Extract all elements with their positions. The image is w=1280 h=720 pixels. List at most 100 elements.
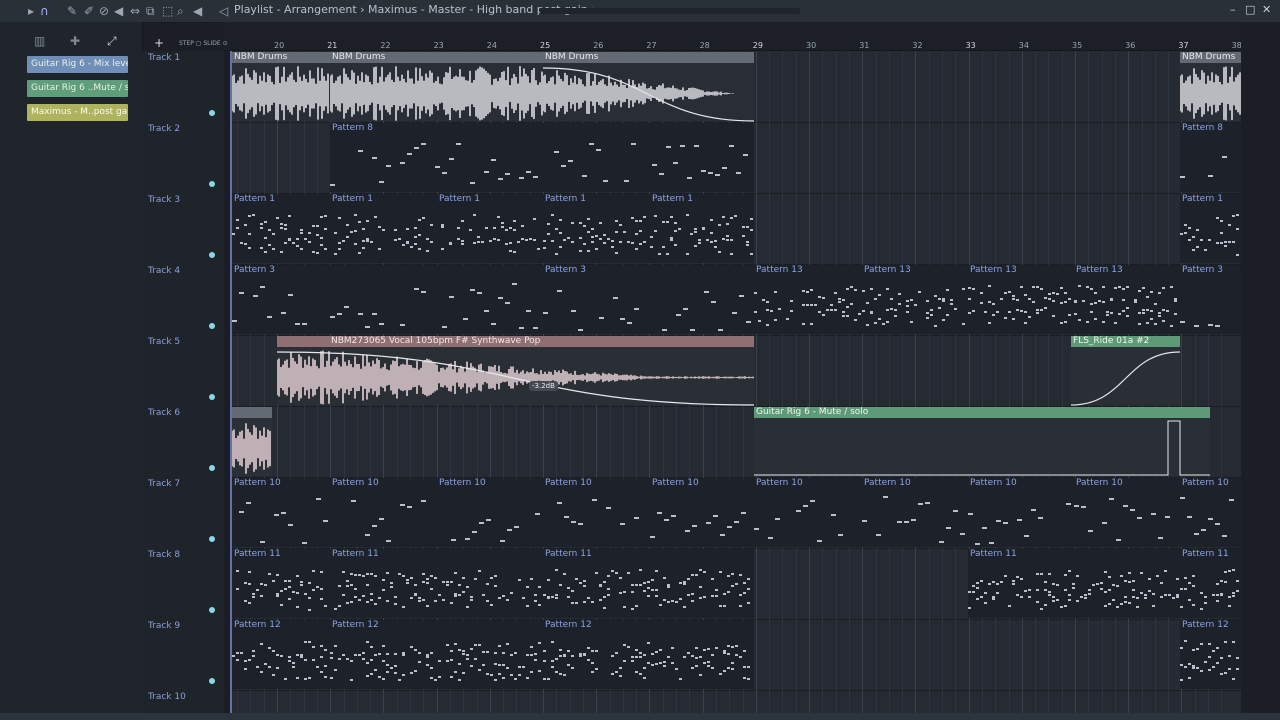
pattern-clip[interactable]: Pattern 12 [330, 620, 543, 689]
zoom-icon[interactable]: ⌕ [177, 3, 184, 19]
pattern-clip[interactable]: Pattern 10 [330, 478, 437, 547]
pattern-clip[interactable]: Pattern 3 [232, 265, 543, 334]
grid-line [795, 51, 797, 122]
pattern-clip[interactable]: Pattern 10 [650, 478, 754, 547]
plugin-icon[interactable]: ✚ [70, 34, 80, 48]
automation-clip[interactable]: Guitar Rig 6 - Mute / solo [754, 407, 1210, 476]
audio-clip[interactable]: FLS_Ride 01a #2 [1071, 336, 1180, 406]
slice-icon[interactable]: ⧉ [146, 3, 155, 19]
clip-source-guitar-rig-mute[interactable]: Guitar Rig 6 ..Mute / solo [27, 80, 128, 97]
playhead[interactable] [230, 51, 232, 713]
pattern-clip[interactable]: Pattern 11 [543, 549, 754, 618]
audio-clip[interactable]: NBM Drums [543, 52, 754, 122]
timeline-ruler[interactable]: + STEP ▢ SLIDE ⊙ 20 21 22 23 24 25 26 27 28 29 30 3… [154, 22, 1280, 51]
pattern-clip[interactable]: Pattern 13 [754, 265, 862, 334]
clip-source-maximus[interactable]: Maximus - M..post gain [27, 104, 128, 121]
pattern-clip[interactable]: Pattern 1 [1180, 194, 1241, 263]
audio-clip[interactable]: NBM273065 Vocal 105bpm F# Synthwave Pop -… [277, 336, 754, 406]
brush-icon[interactable]: ✐ [84, 3, 94, 19]
clip-source-guitar-rig-mix[interactable]: Guitar Rig 6 - Mix level [27, 56, 128, 73]
track-mute-dot[interactable] [209, 536, 215, 542]
pattern-clip[interactable]: Pattern 10 [862, 478, 968, 547]
pattern-clip[interactable]: Pattern 12 [1180, 620, 1241, 689]
pattern-clip[interactable]: Pattern 10 [1074, 478, 1180, 547]
track-header[interactable]: Track 8 [142, 548, 224, 620]
maximize-button[interactable]: □ [1245, 3, 1255, 16]
track-mute-dot[interactable] [209, 323, 215, 329]
track-header[interactable]: Track 2 [142, 122, 224, 194]
select-icon[interactable]: ⬚ [162, 3, 173, 19]
track-header[interactable]: Track 1 [142, 51, 224, 123]
pattern-clip[interactable]: Pattern 3 [543, 265, 754, 334]
automation-icon[interactable]: ⤢ [107, 34, 117, 49]
track-header[interactable]: Track 7 [142, 477, 224, 549]
pattern-clip[interactable]: Pattern 11 [968, 549, 1180, 618]
pattern-clip[interactable]: Pattern 13 [1074, 265, 1180, 334]
track-header[interactable]: Track 10 [142, 690, 224, 714]
pattern-clip[interactable]: Pattern 12 [543, 620, 754, 689]
pattern-clip[interactable]: Pattern 11 [1180, 549, 1241, 618]
track-lane[interactable] [230, 690, 1241, 714]
pattern-clip[interactable]: Pattern 1 [330, 194, 437, 263]
bar-number: 37 [1178, 41, 1189, 50]
track-mute-dot[interactable] [209, 678, 215, 684]
pattern-clip[interactable]: Pattern 1 [232, 194, 330, 263]
add-icon[interactable]: + [154, 36, 164, 50]
pattern-clip[interactable]: Pattern 1 [543, 194, 650, 263]
pattern-clip[interactable]: Pattern 11 [330, 549, 543, 618]
pattern-clip[interactable]: Pattern 3 [1180, 265, 1241, 334]
horizontal-scrollbar[interactable] [0, 713, 1280, 720]
pattern-clip[interactable]: Pattern 8 [1180, 123, 1241, 192]
pattern-notes [650, 214, 753, 255]
pattern-clip[interactable]: Pattern 13 [968, 265, 1074, 334]
grid-line [582, 406, 584, 477]
track-header[interactable]: Track 6 [142, 406, 224, 478]
track-mute-dot[interactable] [209, 465, 215, 471]
pattern-clip[interactable]: Pattern 1 [437, 194, 543, 263]
pattern-clip[interactable]: Pattern 8 [330, 123, 754, 192]
overview-scroller[interactable] [540, 8, 800, 14]
pencil-icon[interactable]: ✎ [67, 3, 77, 19]
arrow-icon[interactable]: ▸ [28, 3, 34, 19]
pattern-clip[interactable]: Pattern 10 [1180, 478, 1241, 547]
vertical-scrollbar[interactable] [1241, 22, 1280, 720]
grid-line [928, 51, 930, 122]
track-header[interactable]: Track 4 [142, 264, 224, 336]
grid-line [463, 406, 465, 477]
track-mute-dot[interactable] [209, 181, 215, 187]
pattern-clip[interactable]: Pattern 11 [232, 549, 330, 618]
mute-icon[interactable]: ◀ [114, 3, 123, 19]
track-mute-dot[interactable] [209, 607, 215, 613]
audio-clip[interactable]: NBM Drums [232, 52, 330, 121]
piano-roll-icon[interactable]: ▥ [34, 34, 45, 48]
playback-icon[interactable]: ◀ [193, 3, 202, 19]
pattern-clip[interactable]: Pattern 12 [232, 620, 330, 689]
track-header[interactable]: Track 3 [142, 193, 224, 265]
track-header[interactable]: Track 9 [142, 619, 224, 691]
track-header[interactable]: Track 5 [142, 335, 224, 407]
grid-line [795, 193, 797, 264]
grid-line [1061, 193, 1063, 264]
playlist-grid[interactable]: NBM Drums NBM Drums NBM Drums NBM Drums Patt… [230, 51, 1241, 714]
delete-icon[interactable]: ⊘ [99, 3, 109, 19]
pattern-clip[interactable]: Pattern 13 [862, 265, 968, 334]
audio-clip[interactable]: NBM Drums [330, 52, 543, 121]
pattern-clip[interactable]: Pattern 1 [650, 194, 754, 263]
grid-line [755, 619, 757, 690]
pattern-clip[interactable]: Pattern 10 [754, 478, 862, 547]
pattern-clip[interactable]: Pattern 10 [543, 478, 650, 547]
minimize-button[interactable]: – [1230, 3, 1236, 16]
pattern-clip[interactable]: Pattern 10 [968, 478, 1074, 547]
step-icon[interactable]: STEP ▢ SLIDE ⊙ [179, 40, 228, 47]
slip-icon[interactable]: ⇔ [130, 3, 140, 19]
speaker-icon[interactable]: ◁ [219, 3, 228, 19]
track-mute-dot[interactable] [209, 110, 215, 116]
track-mute-dot[interactable] [209, 252, 215, 258]
magnet-icon[interactable]: ∩ [40, 3, 49, 19]
audio-clip[interactable] [232, 407, 272, 476]
track-mute-dot[interactable] [209, 394, 215, 400]
audio-clip[interactable]: NBM Drums [1180, 52, 1241, 121]
close-button[interactable]: ✕ [1262, 3, 1271, 16]
pattern-clip[interactable]: Pattern 10 [232, 478, 330, 547]
pattern-clip[interactable]: Pattern 10 [437, 478, 543, 547]
